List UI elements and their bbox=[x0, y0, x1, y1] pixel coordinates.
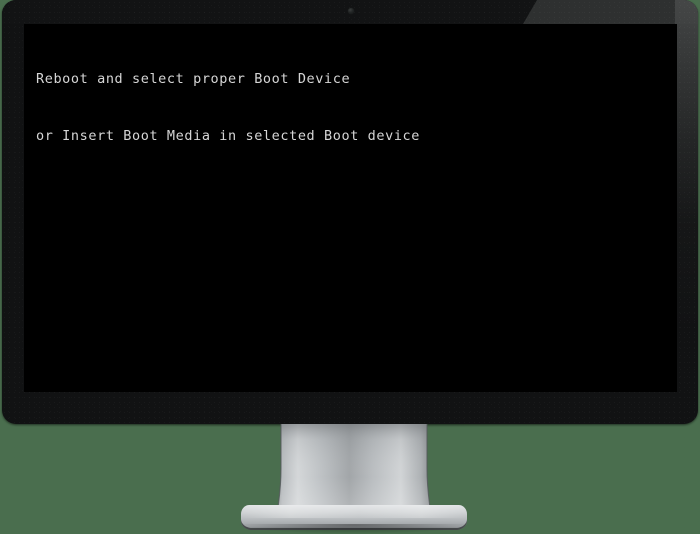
bezel-right-reflection bbox=[675, 0, 698, 330]
bezel-diagonal-reflection bbox=[523, 0, 698, 24]
monitor-stand-neck bbox=[243, 424, 465, 520]
boot-error-line-1: Reboot and select proper Boot Device bbox=[36, 71, 351, 87]
bezel-top-strip bbox=[2, 0, 542, 24]
monitor-body: Reboot and select proper Boot Device or … bbox=[2, 0, 698, 424]
boot-error-console: Reboot and select proper Boot Device or … bbox=[36, 32, 671, 184]
display-panel[interactable]: Reboot and select proper Boot Device or … bbox=[24, 24, 677, 392]
boot-error-line-2: or Insert Boot Media in selected Boot de… bbox=[36, 128, 421, 144]
webcam-icon bbox=[348, 8, 354, 14]
monitor-stand-base bbox=[241, 505, 467, 531]
screenshot-stage: Reboot and select proper Boot Device or … bbox=[0, 0, 700, 534]
